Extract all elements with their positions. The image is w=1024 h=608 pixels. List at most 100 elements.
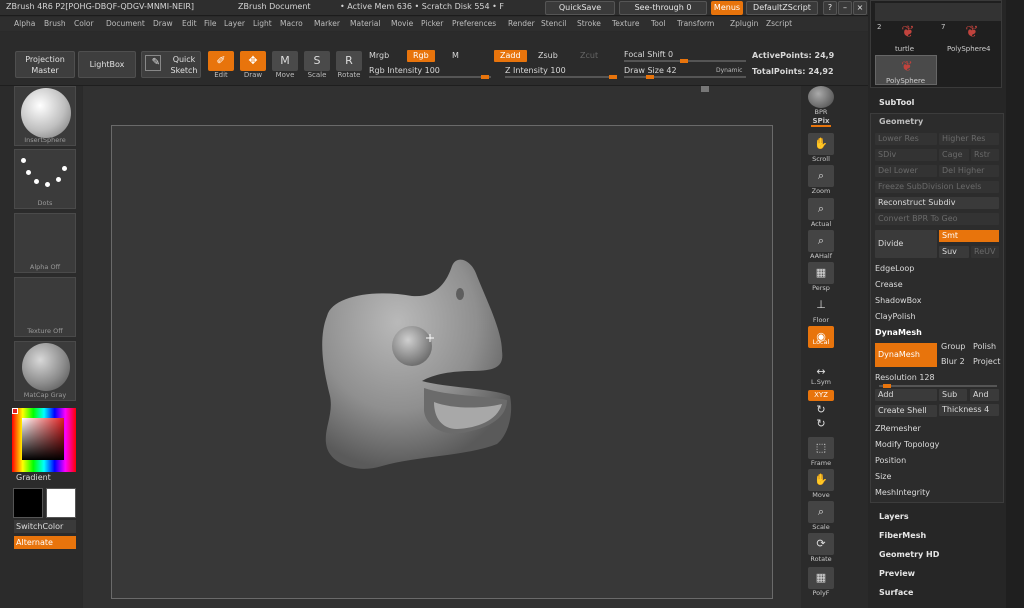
zsub-button[interactable]: Zsub [538,51,558,60]
focal-shift-track[interactable] [624,59,746,63]
scale-view-button[interactable]: ⌕ Scale [807,501,835,531]
crease-subpalette[interactable]: Crease [875,279,903,291]
turtle-thumbnail[interactable]: ❦ [897,21,919,43]
frame-button[interactable]: ⬚ Frame [807,437,835,467]
cage-button[interactable]: Cage [939,149,969,161]
blur-slider[interactable]: Blur 2 [941,356,965,368]
canvas-scroll-handle[interactable] [701,86,709,92]
default-zscript-button[interactable]: DefaultZScript [746,1,818,15]
color-saturation-square[interactable] [22,418,64,460]
mrgb-button[interactable]: Mrgb [369,51,389,60]
sculpt-mesh[interactable] [112,126,774,600]
menu-tool[interactable]: Tool [651,19,666,28]
geometry-hd-header[interactable]: Geometry HD [879,550,939,559]
scroll-button[interactable]: ✋ Scroll [807,133,835,163]
zadd-button[interactable]: Zadd [494,50,527,62]
zoom-button[interactable]: ⌕ Zoom [807,165,835,195]
draw-size-slider[interactable]: Draw Size 42 [624,66,677,75]
freeze-subdivision-button[interactable]: Freeze SubDivision Levels [875,181,999,193]
edgeloop-subpalette[interactable]: EdgeLoop [875,263,914,275]
move-view-button[interactable]: ✋ Move [807,469,835,499]
menu-picker[interactable]: Picker [421,19,443,28]
polyf-button[interactable]: ▦ PolyF [807,567,835,597]
lightbox-button[interactable]: LightBox [78,51,136,78]
spix-slider[interactable]: SPix [807,117,835,127]
fibermesh-header[interactable]: FiberMesh [879,531,926,540]
main-color-swatch[interactable] [46,488,76,518]
menu-color[interactable]: Color [74,19,94,28]
subtool-header[interactable]: SubTool [879,98,914,107]
move-button[interactable]: M Move [270,51,300,79]
rotate-axis-icon-2[interactable]: ↻ [807,418,835,430]
suv-toggle[interactable]: Suv [939,246,969,258]
color-picker[interactable] [12,408,76,472]
menu-macro[interactable]: Macro [280,19,303,28]
alternate-button[interactable]: Alternate [14,536,76,549]
and-button[interactable]: And [970,389,999,401]
dynamesh-button[interactable]: DynaMesh [875,343,937,367]
menu-stroke[interactable]: Stroke [577,19,601,28]
xyz-button[interactable]: XYZ [807,390,835,401]
meshintegrity-subpalette[interactable]: MeshIntegrity [875,487,930,499]
convert-bpr-button[interactable]: Convert BPR To Geo [875,213,999,225]
menu-file[interactable]: File [204,19,217,28]
bpr-button[interactable]: BPR [807,86,835,116]
focal-shift-slider[interactable]: Focal Shift 0 [624,50,673,59]
edit-button[interactable]: ✐ Edit [206,51,236,79]
add-button[interactable]: Add [875,389,937,401]
menu-alpha[interactable]: Alpha [14,19,35,28]
modify-topology-subpalette[interactable]: Modify Topology [875,439,939,451]
polysphere4-thumbnail[interactable]: ❦ [961,21,983,43]
menu-zplugin[interactable]: Zplugin [730,19,758,28]
palette-scrollbar[interactable] [1006,0,1024,608]
polish-toggle[interactable]: Polish [973,341,996,353]
rstr-button[interactable]: Rstr [971,149,999,161]
menu-movie[interactable]: Movie [391,19,413,28]
resolution-slider[interactable]: Resolution 128 [875,372,935,384]
switch-color-button[interactable]: SwitchColor [14,520,76,533]
brush-thumbnail[interactable]: InsertSphere [14,86,76,146]
menu-zscript[interactable]: Zscript [766,19,792,28]
texture-thumbnail[interactable]: Texture Off [14,277,76,337]
size-subpalette[interactable]: Size [875,471,891,483]
quick-sketch-button[interactable]: ✎ Quick Sketch [141,51,201,78]
rotate-button[interactable]: R Rotate [334,51,364,79]
quicksave-button[interactable]: QuickSave [545,1,615,15]
rotate-axis-icon[interactable]: ↻ [807,404,835,416]
menu-document[interactable]: Document [106,19,145,28]
lower-res-button[interactable]: Lower Res [875,133,937,145]
local-button[interactable]: ◉ Local [807,326,835,348]
resolution-track[interactable] [879,384,997,388]
preview-header[interactable]: Preview [879,569,915,578]
claypolish-subpalette[interactable]: ClayPolish [875,311,916,323]
dynamesh-subpalette-header[interactable]: DynaMesh [875,327,922,339]
z-intensity-slider[interactable]: Z Intensity 100 [505,66,566,75]
menu-stencil[interactable]: Stencil [541,19,566,28]
zcut-button[interactable]: Zcut [580,51,598,60]
surface-header[interactable]: Surface [879,588,913,597]
actual-button[interactable]: ⌕ Actual [807,198,835,228]
material-thumbnail[interactable]: MatCap Gray [14,341,76,401]
floor-button[interactable]: ⊥ Floor [807,294,835,324]
create-shell-button[interactable]: Create Shell [875,405,937,417]
zremesher-subpalette[interactable]: ZRemesher [875,423,921,435]
scale-button[interactable]: S Scale [302,51,332,79]
menu-edit[interactable]: Edit [182,19,197,28]
sub-button[interactable]: Sub [939,389,967,401]
close-icon[interactable]: × [853,1,867,15]
menu-marker[interactable]: Marker [314,19,340,28]
projection-master-button[interactable]: Projection Master [15,51,75,78]
polysphere-thumbnail[interactable]: ❦ PolySphere [875,55,937,85]
stroke-thumbnail[interactable]: Dots [14,149,76,209]
layers-header[interactable]: Layers [879,512,909,521]
menu-material[interactable]: Material [350,19,380,28]
menus-button[interactable]: Menus [711,1,743,15]
persp-button[interactable]: ▦ Persp [807,262,835,292]
menu-light[interactable]: Light [253,19,272,28]
rgb-intensity-track[interactable] [369,75,491,79]
geometry-header[interactable]: Geometry [879,116,923,128]
menu-draw[interactable]: Draw [153,19,173,28]
menu-layer[interactable]: Layer [224,19,245,28]
reconstruct-subdiv-button[interactable]: Reconstruct Subdiv [875,197,999,209]
del-lower-button[interactable]: Del Lower [875,165,937,177]
